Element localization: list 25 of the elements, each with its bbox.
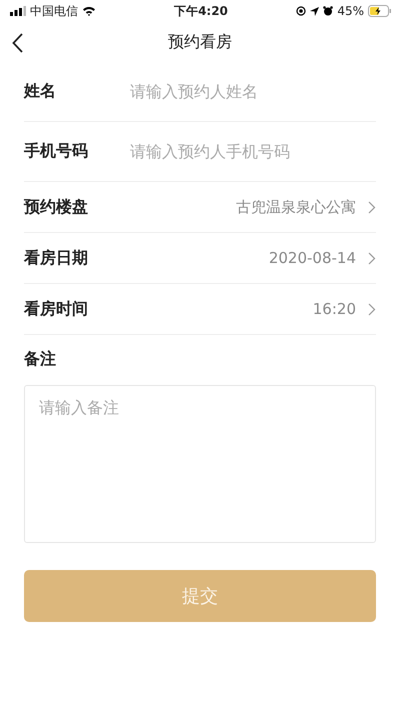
field-label: 看房时间 <box>24 298 89 320</box>
picker-value[interactable]: 古兜温泉泉心公寓 <box>236 198 376 216</box>
field-label: 手机号码 <box>24 141 89 162</box>
page-title: 预约看房 <box>168 32 232 52</box>
clock-time: 下午4:20 <box>174 2 228 20</box>
input-field[interactable]: 请输入预约人姓名 <box>130 82 376 101</box>
picker-value[interactable]: 2020-08-14 <box>268 249 376 267</box>
field-label: 看房日期 <box>24 248 89 268</box>
chevron-right-icon <box>368 302 376 316</box>
carrier-name: 中国电信 <box>30 2 78 20</box>
alarm-icon <box>323 6 334 16</box>
chevron-right-icon <box>368 252 376 264</box>
field-label: 姓名 <box>24 81 57 102</box>
back-icon <box>12 33 24 53</box>
battery-percent: 45% <box>337 4 364 18</box>
field-label: 预约楼盘 <box>24 196 89 218</box>
chevron-right-icon <box>368 200 376 214</box>
wifi-icon <box>82 6 96 16</box>
field-label: 备注 <box>24 349 57 370</box>
picker-value[interactable]: 16:20 <box>312 300 376 318</box>
input-field[interactable]: 请输入预约人手机号码 <box>130 142 376 161</box>
rotation-lock-icon <box>296 6 306 16</box>
remark-field[interactable]: 请输入备注 <box>24 385 376 543</box>
signal-icon <box>10 6 26 16</box>
location-icon <box>310 6 320 16</box>
